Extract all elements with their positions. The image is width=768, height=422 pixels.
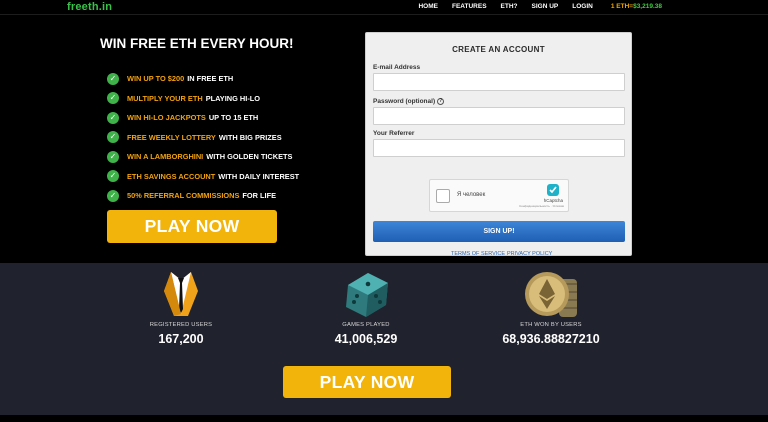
- suit-icon: [164, 272, 198, 316]
- check-icon: ✓: [107, 111, 119, 124]
- check-icon: ✓: [107, 92, 119, 105]
- footer-strip: [0, 415, 768, 422]
- eth-coins-icon: [525, 272, 577, 317]
- nav-features-link[interactable]: FEATURES: [452, 3, 487, 10]
- captcha-checkbox[interactable]: [436, 189, 450, 203]
- feature-item: ✓ WIN HI-LO JACKPOTS UP TO 15 ETH: [107, 108, 299, 128]
- eth-price: 1 ETH=$3,219.38: [610, 3, 662, 10]
- referrer-field[interactable]: [373, 139, 625, 157]
- games-played-value: 41,006,529: [334, 332, 398, 346]
- check-icon: ✓: [107, 131, 119, 144]
- terms-link[interactable]: TERMS OF SERVICE: [451, 251, 505, 257]
- feature-item: ✓ MULTIPLY YOUR ETH PLAYING HI-LO: [107, 89, 299, 109]
- email-field[interactable]: [373, 73, 625, 91]
- eth-won-value: 68,936.88827210: [502, 332, 600, 346]
- stats-section: REGISTERED USERS 167,200 GAMES PLAYED 41…: [0, 263, 768, 415]
- feature-item: ✓ 50% REFERRAL COMMISSIONS FOR LIFE: [107, 186, 299, 206]
- check-icon: ✓: [107, 72, 119, 85]
- captcha-label: Я человек: [457, 192, 486, 198]
- nav-links: HOME FEATURES ETH? SIGN UP LOGIN 1 ETH=$…: [418, 3, 768, 10]
- feature-item: ✓ ETH SAVINGS ACCOUNT WITH DAILY INTEREST: [107, 167, 299, 187]
- feature-item: ✓ WIN A LAMBORGHINI WITH GOLDEN TICKETS: [107, 147, 299, 167]
- top-nav: freeth.in HOME FEATURES ETH? SIGN UP LOG…: [0, 0, 768, 15]
- play-now-button-bottom[interactable]: PLAY NOW: [283, 366, 451, 398]
- captcha-widget: Я человек hCaptcha Конфиденциальность · …: [429, 179, 569, 212]
- hero-title: WIN FREE ETH EVERY HOUR!: [100, 36, 294, 51]
- site-logo[interactable]: freeth.in: [67, 1, 112, 13]
- password-field[interactable]: [373, 107, 625, 125]
- nav-eth-link[interactable]: ETH?: [501, 3, 518, 10]
- nav-home-link[interactable]: HOME: [418, 3, 438, 10]
- check-icon: ✓: [107, 150, 119, 163]
- registered-users-value: 167,200: [158, 332, 204, 346]
- registered-users-label: REGISTERED USERS: [149, 322, 213, 328]
- email-label: E-mail Address: [373, 64, 421, 71]
- referrer-label: Your Referrer: [373, 130, 415, 137]
- check-icon: ✓: [107, 189, 119, 202]
- signup-card: CREATE AN ACCOUNT E-mail Address Passwor…: [365, 32, 632, 257]
- stat-games: GAMES PLAYED 41,006,529: [296, 269, 436, 346]
- signup-button[interactable]: SIGN UP!: [373, 221, 625, 242]
- hcaptcha-logo-icon: [547, 184, 559, 196]
- password-label: Password (optional)?: [373, 98, 445, 106]
- stat-eth-won: ETH WON BY USERS 68,936.88827210: [481, 269, 621, 346]
- play-now-button[interactable]: PLAY NOW: [107, 210, 277, 243]
- nav-login-link[interactable]: LOGIN: [572, 3, 593, 10]
- hero-section: WIN FREE ETH EVERY HOUR! ✓ WIN UP TO $200…: [0, 16, 768, 263]
- games-played-label: GAMES PLAYED: [342, 322, 390, 328]
- privacy-link[interactable]: PRIVACY POLICY: [507, 251, 552, 257]
- nav-signup-link[interactable]: SIGN UP: [532, 3, 559, 10]
- captcha-brand: hCaptcha: [543, 198, 563, 203]
- stat-registered: REGISTERED USERS 167,200: [111, 269, 251, 346]
- feature-list: ✓ WIN UP TO $200 IN FREE ETH ✓ MULTIPLY YOU…: [107, 69, 299, 206]
- help-icon[interactable]: ?: [437, 98, 445, 105]
- check-icon: ✓: [107, 170, 119, 183]
- dice-icon: [346, 273, 388, 317]
- signup-title: CREATE AN ACCOUNT: [452, 45, 545, 54]
- captcha-links[interactable]: Конфиденциальность · Условия: [519, 204, 564, 208]
- eth-won-label: ETH WON BY USERS: [520, 322, 582, 328]
- feature-item: ✓ FREE WEEKLY LOTTERY WITH BIG PRIZES: [107, 128, 299, 148]
- feature-item: ✓ WIN UP TO $200 IN FREE ETH: [107, 69, 299, 89]
